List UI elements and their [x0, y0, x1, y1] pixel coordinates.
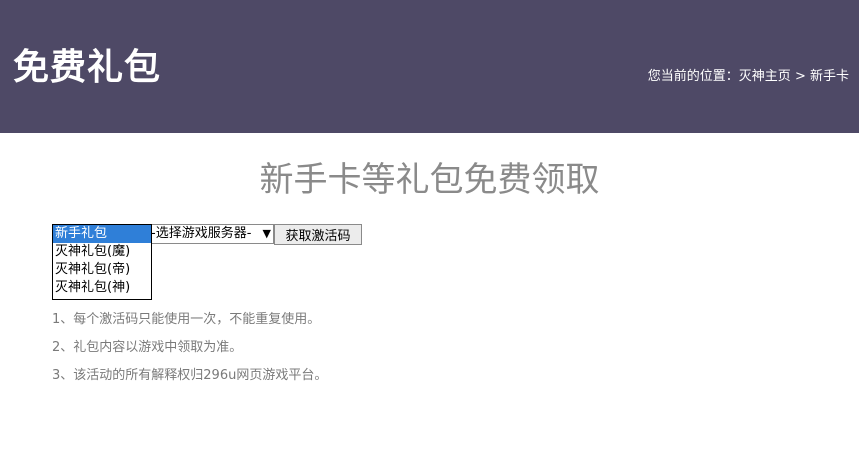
page-title: 免费礼包 [13, 47, 162, 88]
breadcrumb: 您当前的位置：灭神主页 > 新手卡 [648, 65, 849, 84]
gift-option-newbie[interactable]: 新手礼包 [53, 225, 151, 243]
breadcrumb-separator: > [790, 69, 810, 84]
notes-list: 1、每个激活码只能使用一次，不能重复使用。 2、礼包内容以游戏中领取为准。 3、… [52, 309, 327, 393]
gift-option-mie-mo[interactable]: 灭神礼包(魔) [53, 243, 151, 261]
page-header: 免费礼包 您当前的位置：灭神主页 > 新手卡 [0, 0, 859, 133]
breadcrumb-prefix: 您当前的位置： [647, 69, 739, 84]
gift-option-mie-shen[interactable]: 灭神礼包(神) [53, 279, 151, 297]
section-title: 新手卡等礼包免费领取 [259, 160, 600, 200]
server-select[interactable]: -选择游戏服务器- ▼ [148, 224, 274, 244]
note-item: 3、该活动的所有解释权归296u网页游戏平台。 [52, 368, 328, 383]
server-select-value: -选择游戏服务器- [151, 226, 252, 241]
note-item: 2、礼包内容以游戏中领取为准。 [52, 340, 243, 355]
chevron-down-icon: ▼ [262, 227, 271, 240]
gift-option-mie-di[interactable]: 灭神礼包(帝) [53, 261, 151, 279]
gift-type-listbox[interactable]: 新手礼包 灭神礼包(魔) 灭神礼包(帝) 灭神礼包(神) [52, 224, 152, 300]
get-code-button[interactable]: 获取激活码 [274, 224, 362, 245]
note-item: 1、每个激活码只能使用一次，不能重复使用。 [52, 312, 321, 327]
breadcrumb-home-link[interactable]: 灭神主页 [739, 69, 791, 84]
breadcrumb-current: 新手卡 [809, 69, 849, 84]
